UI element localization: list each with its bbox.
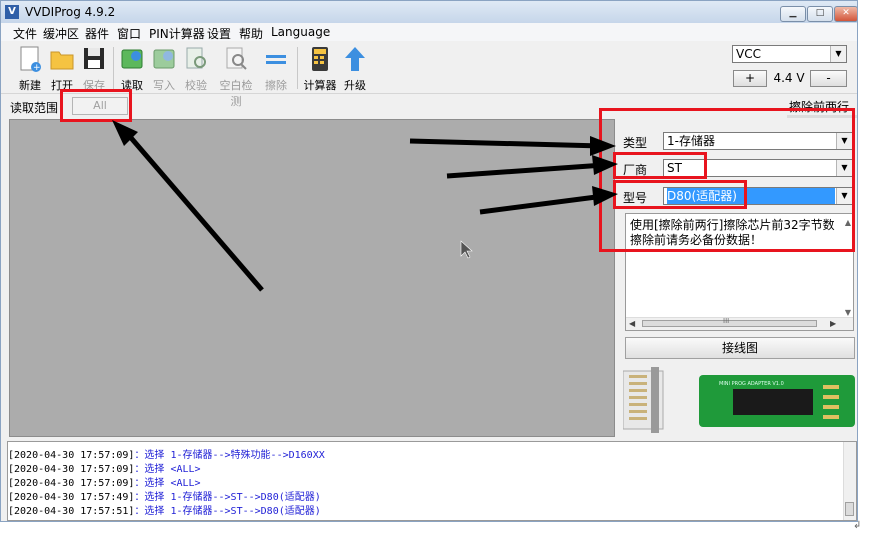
arrow-head-icon bbox=[590, 136, 616, 156]
arrow-head-icon bbox=[592, 155, 618, 175]
arrow-to-type bbox=[409, 138, 603, 149]
arrow-to-model bbox=[479, 193, 605, 215]
mouse-cursor-icon bbox=[460, 240, 473, 259]
arrow-to-vendor bbox=[446, 162, 605, 179]
arrow-head-icon bbox=[592, 186, 618, 206]
paragraph-mark-icon: ↲ bbox=[853, 520, 862, 531]
annotation-arrows bbox=[112, 120, 618, 292]
arrow-to-range bbox=[124, 130, 264, 292]
